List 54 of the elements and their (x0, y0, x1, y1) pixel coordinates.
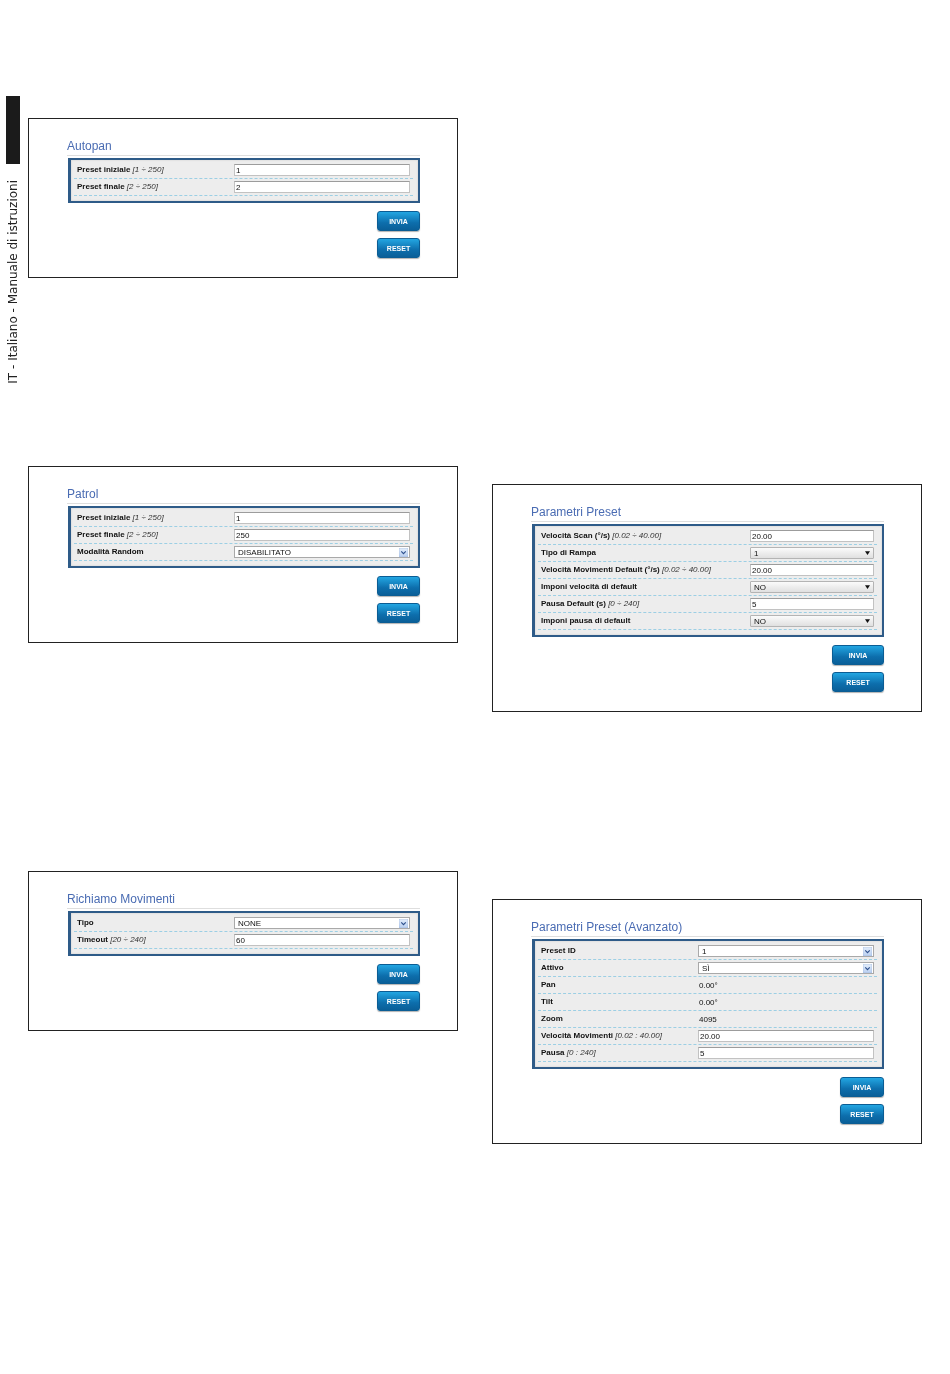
field-label: Pausa Default (s) [0 ÷ 240] (540, 599, 641, 609)
field-label: Velocità Movimenti [0.02 : 40.00] (540, 1031, 663, 1041)
panel-title: Patrol (67, 487, 99, 501)
chevron-down-icon (863, 946, 872, 956)
field-label: Tipo (76, 918, 95, 928)
panel-title: Autopan (67, 139, 112, 153)
field-label: Velocità Movimenti Default (°/s) [0.02 ÷ 40.00] (540, 565, 712, 575)
caret-icon (865, 619, 870, 623)
field-label: Attivo (540, 963, 565, 973)
text-field[interactable]: 5 (698, 1047, 874, 1059)
field-value: 0.00° (698, 980, 719, 990)
field-label: Imponi pausa di default (540, 616, 632, 626)
field-label: Velocità Scan (°/s) [0.02 ÷ 40.00] (540, 531, 663, 541)
field-label: Preset iniziale [1 ÷ 250] (76, 165, 165, 175)
field-label: Tipo di Rampa (540, 548, 597, 558)
field-label: Preset finale [2 ÷ 250] (76, 182, 159, 192)
field-value: 4095 (698, 1014, 718, 1024)
field-label: Preset finale [2 ÷ 250] (76, 530, 159, 540)
field-label: Timeout [20 ÷ 240] (76, 935, 147, 945)
text-field[interactable]: 250 (234, 529, 410, 541)
chevron-down-icon (399, 918, 408, 928)
field-label: Imponi velocità di default (540, 582, 638, 592)
dropdown[interactable]: NO (750, 615, 874, 627)
page-side-label: IT - Italiano - Manuale di istruzioni (6, 180, 20, 384)
dropdown[interactable]: 1 (750, 547, 874, 559)
field-label: Pausa [0 : 240] (540, 1048, 597, 1058)
dropdown[interactable]: NONE (234, 917, 410, 929)
caret-icon (865, 585, 870, 589)
text-field[interactable]: 20.00 (698, 1030, 874, 1042)
field-label: Preset ID (540, 946, 577, 956)
caret-icon (865, 551, 870, 555)
text-field[interactable]: 2 (234, 181, 410, 193)
text-field[interactable]: 5 (750, 598, 874, 610)
dropdown[interactable]: NO (750, 581, 874, 593)
text-field[interactable]: 20.00 (750, 530, 874, 542)
field-value: 0.00° (698, 997, 719, 1007)
tab-marker (6, 96, 20, 164)
dropdown[interactable]: 1 (698, 945, 874, 957)
text-field[interactable]: 1 (234, 512, 410, 524)
text-field[interactable]: 60 (234, 934, 410, 946)
dropdown[interactable]: DISABILITATO (234, 546, 410, 558)
field-label: Pan (540, 980, 557, 990)
panel-title: Parametri Preset (531, 505, 622, 519)
text-field[interactable]: 20.00 (750, 564, 874, 576)
field-label: Modalità Random (76, 547, 145, 557)
panel-title: Richiamo Movimenti (67, 892, 176, 906)
field-label: Tilt (540, 997, 554, 1007)
field-label: Zoom (540, 1014, 564, 1024)
field-label: Preset iniziale [1 ÷ 250] (76, 513, 165, 523)
chevron-down-icon (399, 547, 408, 557)
panel-title: Parametri Preset (Avanzato) (531, 920, 683, 934)
dropdown[interactable]: SÌ (698, 962, 874, 974)
text-field[interactable]: 1 (234, 164, 410, 176)
chevron-down-icon (863, 963, 872, 973)
